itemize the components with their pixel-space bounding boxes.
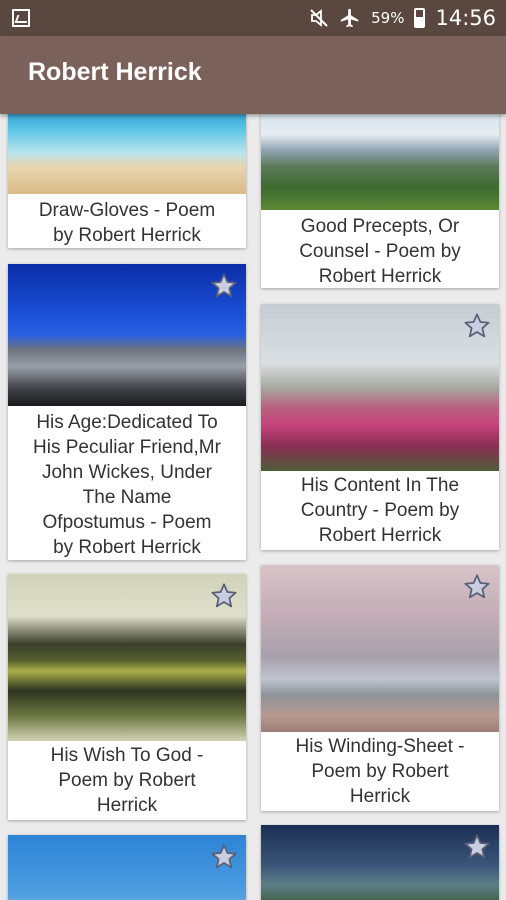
poem-title: His Winding-Sheet - Poem by Robert Herrick [295,736,465,807]
status-icons: 59% 14:56 [309,0,496,36]
mountain-valley-photo [261,114,499,210]
poem-title: Draw-Gloves - Poem by Robert Herrick [38,200,216,246]
battery-icon [414,8,426,28]
poem-card[interactable]: Good Precepts, Or Counsel - Poem by Robert… [261,114,499,288]
poem-grid[interactable]: Draw-Gloves - Poem by Robert Herrick His … [0,114,506,900]
poem-title: His Wish To God - Poem by Robert Herrick [50,745,204,816]
mute-icon [310,9,328,27]
star-icon[interactable] [463,833,491,861]
app-bar: Robert Herrick [0,36,506,114]
battery-percent: 59% [371,9,405,27]
poem-card[interactable]: His Age:Dedicated To His Peculiar Friend,… [8,264,246,560]
status-bar: 59% 14:56 [0,0,506,36]
poem-title: His Age:Dedicated To His Peculiar Friend,… [33,412,221,558]
poem-title: His Content In The Country - Poem by Rober… [300,475,460,546]
clock: 14:56 [435,6,496,30]
poem-card[interactable]: His Content In The Country - Poem by Rober… [261,304,499,550]
star-icon[interactable] [210,843,238,871]
poem-card[interactable]: Draw-Gloves - Poem by Robert Herrick [8,114,246,248]
beach-photo [8,114,246,194]
poem-card[interactable] [261,825,499,900]
poem-title: Good Precepts, Or Counsel - Poem by Robert… [299,216,461,287]
star-icon[interactable] [463,312,491,340]
airplane-icon [340,8,359,28]
star-icon[interactable] [210,582,238,610]
poem-card[interactable]: His Winding-Sheet - Poem by Robert Herrick [261,565,499,811]
poem-card[interactable] [8,835,246,900]
poem-card[interactable]: His Wish To God - Poem by Robert Herrick [8,574,246,820]
star-icon[interactable] [210,272,238,300]
app-title: Robert Herrick [28,58,202,86]
image-icon [12,9,30,27]
star-icon[interactable] [463,573,491,601]
